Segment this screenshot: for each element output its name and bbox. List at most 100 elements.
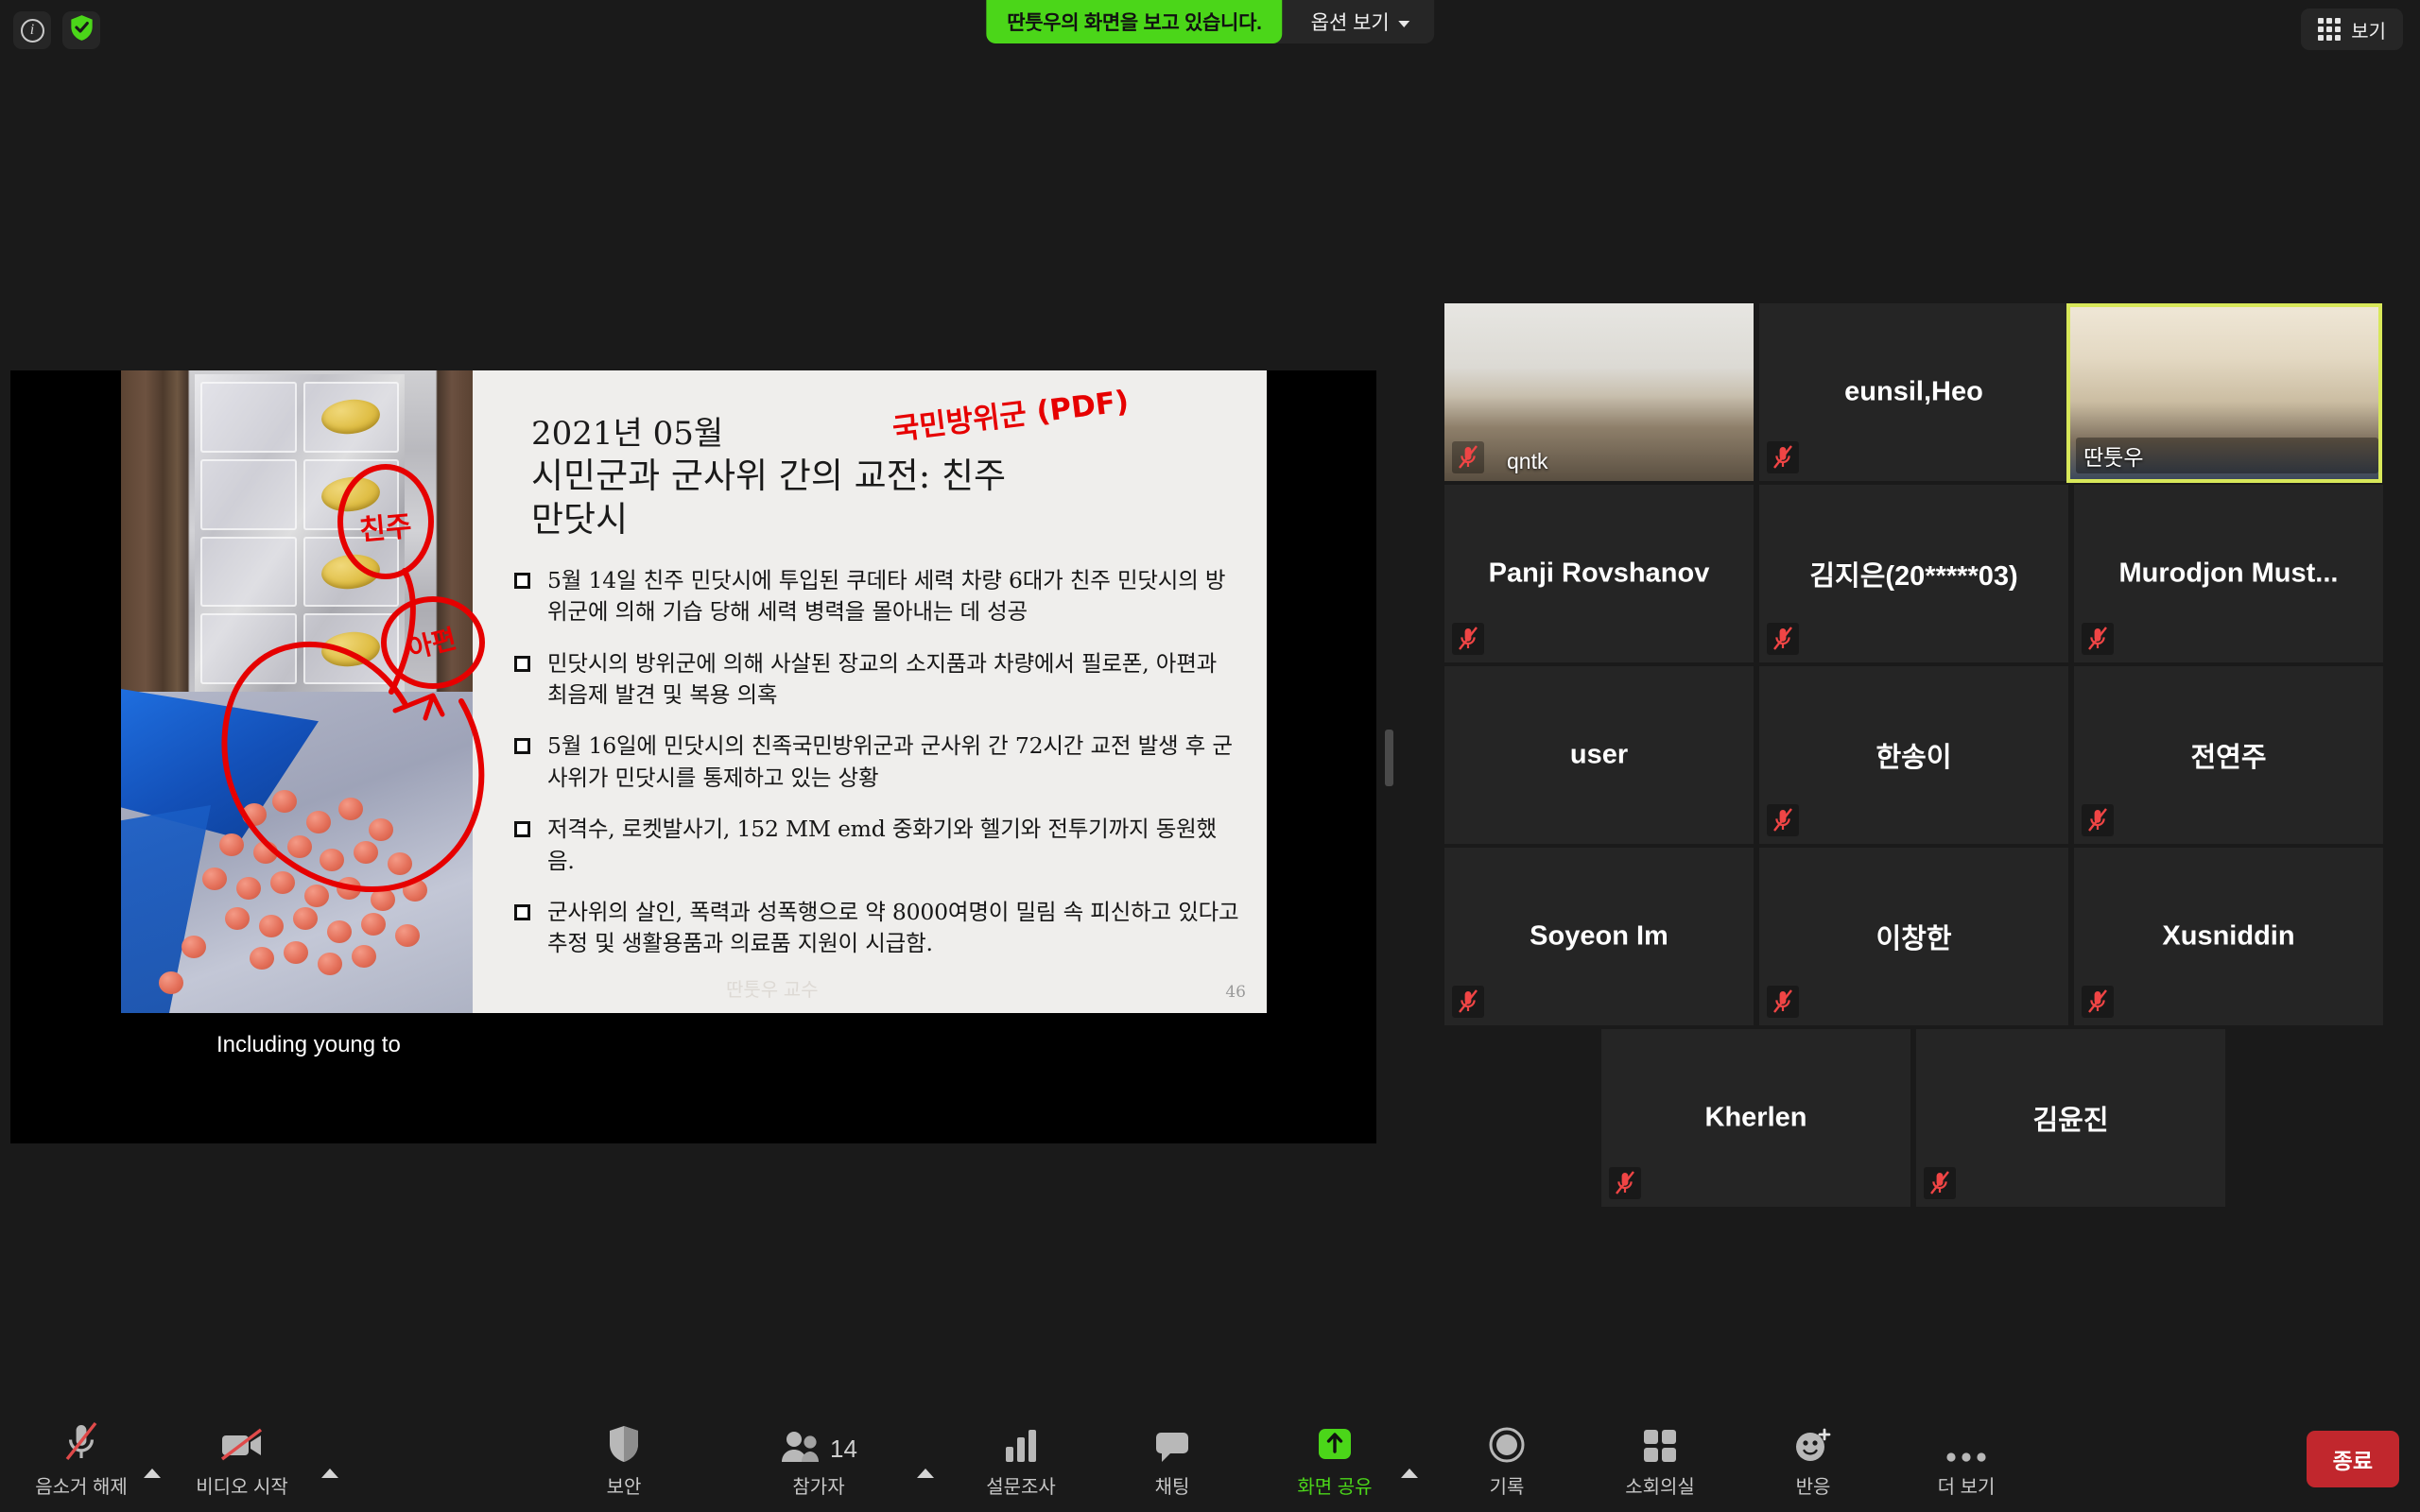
chat-bubble-icon (1153, 1417, 1191, 1464)
slide-title-cont: 만닷시 (531, 499, 629, 541)
bullet-text: 5월 16일에 민닷시의 친족국민방위군과 군사위 간 72시간 교전 발생 후… (547, 732, 1233, 791)
participant-tile[interactable]: 전연주 (2074, 666, 2383, 844)
polls-button[interactable]: 설문조사 (964, 1417, 1078, 1499)
presentation-slide: 2021년 05월 시민군과 군사위 간의 교전: 친주 만닷시 5월 14일 … (121, 370, 1267, 1013)
video-settings-caret[interactable] (321, 1469, 338, 1478)
info-icon: i (20, 18, 44, 43)
end-meeting-button[interactable]: 종료 (2306, 1431, 2399, 1487)
participant-tile[interactable]: 한송이 (1759, 666, 2068, 844)
bullet-square-icon (514, 655, 530, 672)
participant-tile[interactable]: 이창한 (1759, 848, 2068, 1025)
view-options-label: 옵션 보기 (1310, 12, 1390, 34)
mute-icon (1767, 623, 1799, 655)
record-label: 기록 (1489, 1477, 1525, 1498)
participant-tile[interactable]: 김윤진 (1916, 1029, 2225, 1207)
participant-tile[interactable]: qntk (1444, 303, 1754, 481)
participant-name: 한송이 (1876, 743, 1952, 773)
smiley-plus-icon (1793, 1417, 1833, 1464)
unmute-label: 음소거 해제 (35, 1477, 128, 1498)
unmute-button[interactable]: 음소거 해제 (25, 1417, 138, 1499)
share-divider-handle[interactable] (1385, 730, 1393, 786)
bar-chart-icon (1003, 1417, 1039, 1464)
bullet-square-icon (514, 821, 530, 838)
slide-title-main: 시민군과 군사위 간의 교전: 친주 (531, 455, 1007, 496)
view-layout-button[interactable]: 보기 (2301, 9, 2403, 50)
share-screen-label: 화면 공유 (1297, 1477, 1373, 1498)
participant-name: Soyeon Im (1530, 920, 1668, 952)
shield-check-icon (69, 14, 95, 46)
mute-icon (1609, 1167, 1641, 1199)
share-screen-icon (1315, 1417, 1355, 1464)
mute-icon (1767, 441, 1799, 473)
mute-icon (1452, 986, 1484, 1018)
chat-button[interactable]: 채팅 (1115, 1417, 1229, 1499)
participants-caret[interactable] (917, 1469, 934, 1478)
camera-off-icon (218, 1417, 266, 1464)
encryption-shield-button[interactable] (62, 11, 100, 49)
share-screen-button[interactable]: 화면 공유 (1278, 1417, 1392, 1499)
reactions-label: 반응 (1795, 1477, 1831, 1498)
participant-tile[interactable]: eunsil,Heo (1759, 303, 2068, 481)
participant-tile[interactable]: Xusniddin (2074, 848, 2383, 1025)
ellipsis-icon (1945, 1417, 1987, 1464)
more-options-label: 더 보기 (1937, 1477, 1996, 1498)
bullet-square-icon (514, 738, 530, 755)
participant-name: Panji Rovshanov (1488, 558, 1710, 589)
participant-tile[interactable]: user (1444, 666, 1754, 844)
shield-icon (607, 1417, 641, 1464)
start-video-button[interactable]: 비디오 시작 (185, 1417, 299, 1499)
grid-view-icon (2318, 18, 2342, 41)
reactions-button[interactable]: 반응 (1756, 1417, 1870, 1499)
view-options-button[interactable]: 옵션 보기 (1283, 0, 1434, 43)
participant-tile[interactable]: 김지은(20*****03) (1759, 485, 2068, 662)
more-options-button[interactable]: 더 보기 (1910, 1417, 2023, 1499)
share-settings-caret[interactable] (1401, 1469, 1418, 1478)
participant-name: 이창한 (1876, 924, 1952, 954)
security-label: 보안 (606, 1477, 642, 1498)
chevron-down-icon (1397, 20, 1409, 27)
bullet-square-icon (514, 573, 530, 589)
security-button[interactable]: 보안 (567, 1417, 681, 1499)
bullet-text: 5월 14일 친주 민닷시에 투입된 쿠데타 세력 차량 6대가 친주 민닷시의… (547, 567, 1226, 626)
participant-tile[interactable]: Soyeon Im (1444, 848, 1754, 1025)
slide-watermark: 딴툿우 교수 (726, 980, 819, 1001)
mute-icon (1767, 804, 1799, 836)
start-video-label: 비디오 시작 (196, 1477, 288, 1498)
mute-icon (2082, 986, 2114, 1018)
breakout-rooms-label: 소회의실 (1625, 1477, 1695, 1498)
participant-tile[interactable]: Panji Rovshanov (1444, 485, 1754, 662)
participant-tile-active-speaker[interactable]: 딴툿우 (2066, 303, 2382, 483)
audio-settings-caret[interactable] (144, 1469, 161, 1478)
slide-bullet: 군사위의 살인, 폭력과 성폭행으로 약 8000여명이 밀림 속 피신하고 있… (514, 897, 1240, 960)
mic-muted-icon (61, 1417, 101, 1464)
participant-name: Kherlen (1704, 1102, 1807, 1133)
participants-label: 참가자 (792, 1477, 845, 1498)
shared-screen-viewport[interactable]: 2021년 05월 시민군과 군사위 간의 교전: 친주 만닷시 5월 14일 … (10, 370, 1376, 1143)
participant-name: 김윤진 (2032, 1106, 2109, 1136)
participant-tile[interactable]: Murodjon Must... (2074, 485, 2383, 662)
mute-icon (1767, 986, 1799, 1018)
bullet-text: 군사위의 살인, 폭력과 성폭행으로 약 8000여명이 밀림 속 피신하고 있… (547, 898, 1239, 957)
polls-label: 설문조사 (986, 1477, 1056, 1498)
record-button[interactable]: 기록 (1450, 1417, 1564, 1499)
meeting-info-button[interactable]: i (13, 11, 51, 49)
participants-button[interactable]: 14 참가자 (762, 1417, 875, 1499)
blister-pack (195, 374, 405, 692)
breakout-rooms-button[interactable]: 소회의실 (1603, 1417, 1717, 1499)
participant-name: eunsil,Heo (1844, 376, 1983, 407)
slide-bullet: 민닷시의 방위군에 의해 사살된 장교의 소지품과 차량에서 필로폰, 아편과 … (514, 648, 1240, 712)
participant-name: user (1569, 739, 1629, 770)
participant-tile[interactable]: Kherlen (1601, 1029, 1910, 1207)
view-layout-label: 보기 (2351, 21, 2386, 43)
top-left-icon-group: i (13, 11, 100, 49)
slide-photo-column (121, 370, 473, 1013)
record-icon (1488, 1417, 1526, 1464)
participant-name: qntk (1507, 449, 1548, 473)
zoom-meeting-window: i 딴툿우의 화면을 보고 있습니다. 옵션 보기 보기 2021년 05월 시… (0, 0, 2420, 1512)
mute-icon (1924, 1167, 1956, 1199)
share-status-label: 딴툿우의 화면을 보고 있습니다. (986, 0, 1283, 43)
slide-title: 2021년 05월 시민군과 군사위 간의 교전: 친주 만닷시 (531, 414, 1117, 542)
slide-text-area: 2021년 05월 시민군과 군사위 간의 교전: 친주 만닷시 5월 14일 … (473, 370, 1267, 1013)
breakout-grid-icon (1642, 1417, 1678, 1464)
participant-name: 딴툿우 (2076, 438, 2378, 473)
